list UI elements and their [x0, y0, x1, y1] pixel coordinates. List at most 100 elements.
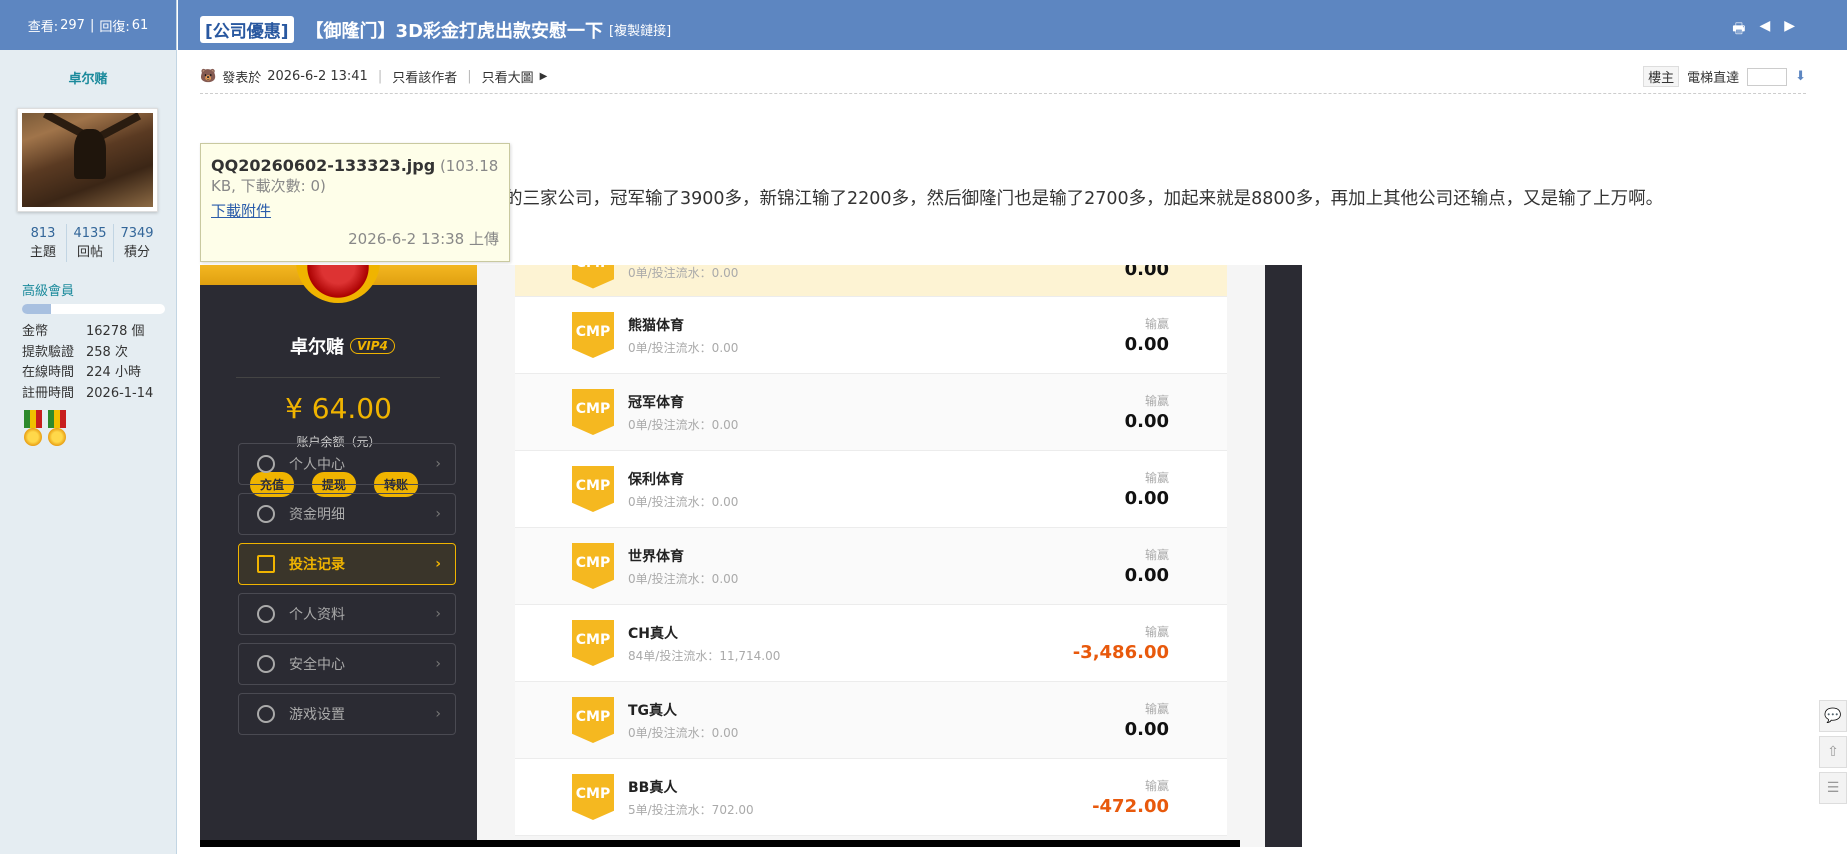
info-value: 2026-1-14 — [86, 385, 154, 401]
attachment-image[interactable]: 卓尔赌 VIP4 ¥ 64.00 账户余额（元） 充值 提现 转账 个人中心 › 资… — [200, 265, 1302, 847]
record-name: 冠军体育 — [628, 394, 684, 411]
info-value: 16278 個 — [86, 324, 145, 339]
record-result: 输赢 0.00 — [1125, 392, 1169, 432]
views-label: 查看: — [27, 19, 59, 35]
list-icon[interactable]: ☰ — [1819, 772, 1847, 804]
count-number: 4135 — [73, 226, 107, 241]
caret-right-icon: ▶ — [539, 71, 548, 82]
print-icon[interactable]: 🖶 — [1732, 18, 1745, 42]
record-name: BB真人 — [628, 779, 678, 796]
app-menu-item: 个人资料 › — [238, 593, 456, 635]
user-group[interactable]: 高級會員 — [22, 280, 74, 299]
count-points[interactable]: 7349 積分 — [114, 224, 160, 262]
info-key: 註冊時間 — [22, 385, 75, 401]
bet-record-item: CMP 冠军体育 0单/投注流水：0.00 输赢 0.00 — [515, 374, 1227, 451]
cmp-logo-icon: CMP — [572, 543, 614, 589]
win-label: 输赢 — [1144, 702, 1169, 716]
comment-icon[interactable]: 💬 — [1819, 700, 1847, 732]
header-tools: 🖶 ◀ ▶ — [1732, 18, 1795, 42]
level-progress-fill — [22, 304, 51, 314]
record-name: 世界体育 — [628, 548, 684, 565]
medal-icon[interactable] — [22, 410, 44, 448]
record-text: 熊猫体育 0单/投注流水：0.00 — [628, 315, 738, 356]
app-menu-label: 个人中心 — [289, 457, 345, 473]
medals — [22, 410, 68, 448]
bet-record-item: CMP TG真人 0单/投注流水：0.00 输赢 0.00 — [515, 682, 1227, 759]
app-menu-label: 个人资料 — [289, 607, 345, 623]
record-sub: 5单/投注流水：702.00 — [628, 802, 754, 817]
app-sidebar: 卓尔赌 VIP4 ¥ 64.00 账户余额（元） 充值 提现 转账 个人中心 › 资… — [200, 265, 477, 847]
back-to-top-icon[interactable]: ⇧ — [1819, 736, 1847, 768]
record-result: 输赢 0.00 — [1125, 546, 1169, 586]
menu-icon — [257, 655, 275, 673]
bet-record-item: CMP BB真人 5单/投注流水：702.00 输赢 -472.00 — [515, 759, 1227, 836]
app-username-text: 卓尔赌 — [290, 337, 344, 358]
app-username: 卓尔赌 VIP4 — [290, 333, 395, 359]
next-icon[interactable]: ▶ — [1784, 18, 1795, 42]
chevron-right-icon: › — [435, 706, 441, 722]
upload-time: 2026-6-2 13:38 上傳 — [348, 230, 499, 248]
count-number: 7349 — [120, 226, 154, 241]
app-menu-label: 投注记录 — [289, 557, 345, 573]
count-label: 積分 — [123, 245, 150, 260]
floor-jump-input[interactable] — [1747, 67, 1788, 86]
app-menu-label: 资金明细 — [289, 507, 345, 523]
posted-label: 發表於 — [222, 71, 262, 86]
count-label: 主題 — [29, 245, 56, 260]
copy-link-button[interactable]: [複製鏈接] — [609, 20, 671, 39]
count-threads[interactable]: 813 主題 — [20, 224, 67, 262]
win-label: 输赢 — [1144, 394, 1169, 408]
record-sub: 0单/投注流水：0.00 — [628, 266, 739, 280]
count-replies[interactable]: 4135 回帖 — [67, 224, 114, 262]
cmp-logo-icon: CMP — [572, 466, 614, 512]
prev-icon[interactable]: ◀ — [1759, 18, 1770, 42]
info-value: 258 次 — [86, 344, 128, 360]
record-text: 0单/投注流水：0.00 — [628, 265, 738, 281]
win-label: 输赢 — [1144, 317, 1169, 331]
thread-stats: 查看: 297 | 回復: 61 — [0, 0, 176, 50]
record-value: -3,486.00 — [1072, 642, 1169, 663]
record-text: CH真人 84单/投注流水：11,714.00 — [628, 623, 780, 664]
cmp-logo-icon: CMP — [572, 389, 614, 435]
medal-icon[interactable] — [46, 410, 68, 448]
posted-time: 2026-6-2 13:41 — [267, 69, 368, 84]
cmp-logo-icon: CMP — [572, 697, 614, 743]
author-counts: 813 主題 4135 回帖 7349 積分 — [20, 224, 160, 262]
record-value: 0.00 — [1124, 265, 1169, 280]
cmp-logo-icon: CMP — [572, 265, 614, 289]
avatar[interactable] — [17, 108, 158, 212]
win-label: 输赢 — [1144, 548, 1169, 562]
jump-down-icon[interactable]: ⬇ — [1795, 69, 1806, 84]
record-value: 0.00 — [1124, 334, 1169, 355]
record-sub: 0单/投注流水：0.00 — [628, 340, 739, 355]
record-text: 世界体育 0单/投注流水：0.00 — [628, 546, 738, 587]
chevron-right-icon: › — [435, 506, 441, 522]
menu-icon — [257, 555, 275, 573]
cmp-logo-icon: CMP — [572, 774, 614, 820]
bet-record-item: CMP 世界体育 0单/投注流水：0.00 输赢 0.00 — [515, 528, 1227, 605]
app-right-edge — [1265, 265, 1302, 847]
avatar-image — [22, 113, 153, 207]
thread-tag[interactable]: [公司優惠] — [200, 16, 294, 43]
app-menu-item: 游戏设置 › — [238, 693, 456, 735]
meta-separator: | — [377, 69, 383, 84]
cmp-logo-icon: CMP — [572, 312, 614, 358]
thread-title-text: 【御隆门】3D彩金打虎出款安慰一下 — [305, 20, 604, 42]
record-value: -472.00 — [1092, 796, 1169, 817]
info-key: 提款驗證 — [22, 344, 75, 360]
bet-record-item: CMP CH真人 84单/投注流水：11,714.00 输赢 -3,486.00 — [515, 605, 1227, 682]
bet-record-item: CMP 0单/投注流水：0.00 0.00 — [515, 265, 1227, 297]
floor-tools: 樓主 電梯直達 ⬇ — [1643, 66, 1806, 87]
download-attachment-link[interactable]: 下載附件 — [211, 200, 499, 221]
record-value: 0.00 — [1124, 565, 1169, 586]
chevron-right-icon: › — [435, 456, 441, 472]
meta-separator: | — [467, 69, 472, 84]
only-author-link[interactable]: 只看該作者 — [392, 67, 457, 86]
record-text: TG真人 0单/投注流水：0.00 — [628, 700, 738, 741]
attachment-filename: QQ20260602-133323.jpg — [211, 156, 436, 175]
stats-separator: | — [89, 17, 95, 33]
thread-header: [公司優惠] 【御隆门】3D彩金打虎出款安慰一下 [複製鏈接] 🖶 ◀ ▶ — [178, 0, 1847, 50]
author-name[interactable]: 卓尔赌 — [0, 55, 176, 100]
record-value: 0.00 — [1124, 719, 1169, 740]
only-images-link[interactable]: 只看大圖 — [482, 67, 534, 86]
